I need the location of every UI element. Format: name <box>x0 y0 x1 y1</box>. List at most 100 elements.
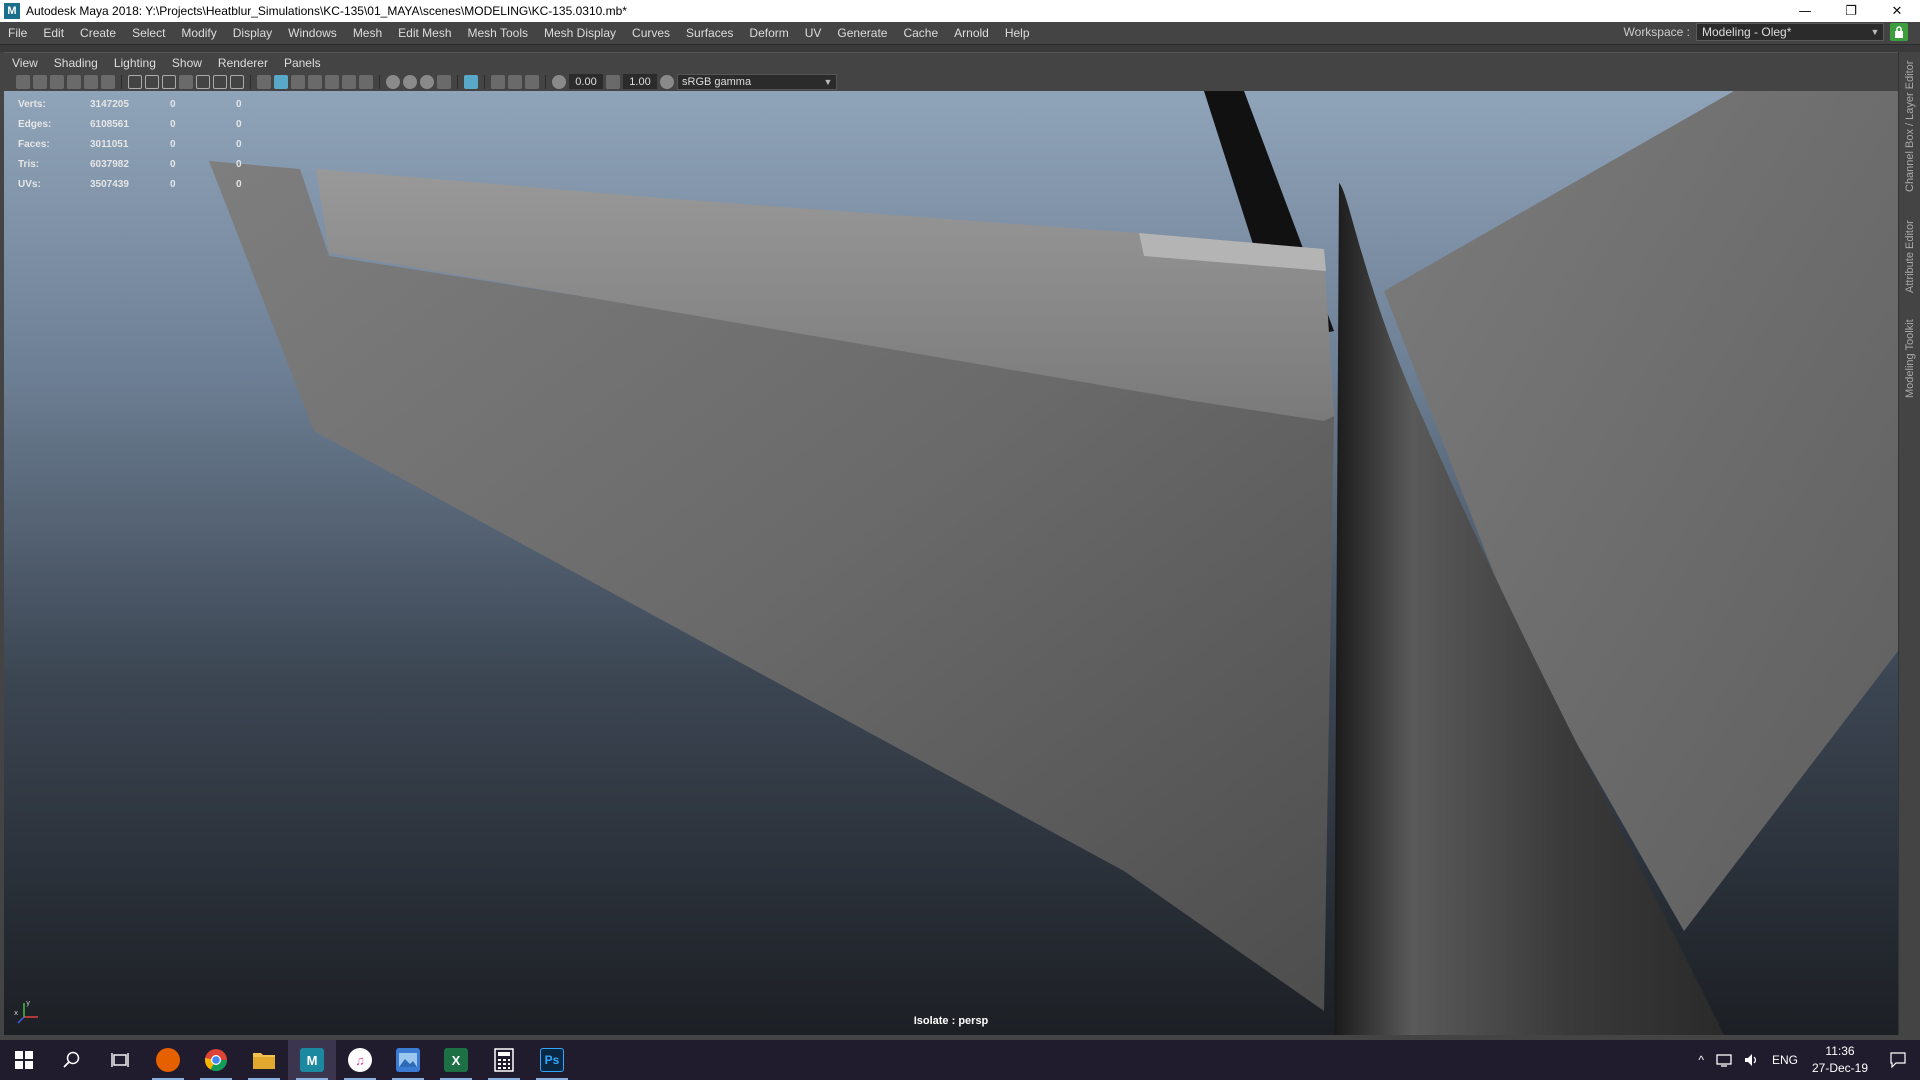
menu-curves[interactable]: Curves <box>624 26 678 40</box>
chevron-up-icon[interactable]: ^ <box>1692 1053 1710 1067</box>
hud-component: 0 <box>236 98 242 110</box>
camera-attributes-icon[interactable] <box>33 74 47 89</box>
depth-of-field-icon[interactable] <box>437 74 451 89</box>
lights-icon[interactable] <box>325 74 339 89</box>
antialiasing-icon[interactable] <box>420 74 434 89</box>
minimize-button[interactable]: — <box>1782 0 1828 22</box>
xray-icon[interactable] <box>359 74 373 89</box>
taskbar-chrome[interactable] <box>192 1040 240 1080</box>
language-indicator[interactable]: ENG <box>1766 1053 1804 1067</box>
menu-surfaces[interactable]: Surfaces <box>678 26 741 40</box>
taskbar-calculator[interactable] <box>480 1040 528 1080</box>
search-button[interactable] <box>48 1040 96 1080</box>
menu-mesh[interactable]: Mesh <box>345 26 390 40</box>
hud-value: 3507439 <box>90 178 129 190</box>
textured-icon[interactable] <box>308 74 322 89</box>
panel-menu-show[interactable]: Show <box>164 56 210 70</box>
smooth-shade-icon[interactable] <box>274 74 288 89</box>
motion-blur-icon[interactable] <box>403 74 417 89</box>
backface-culling-icon[interactable] <box>525 74 539 89</box>
field-chart-icon[interactable] <box>196 74 210 89</box>
xray-joints-icon[interactable] <box>491 74 505 89</box>
safe-title-icon[interactable] <box>230 74 244 89</box>
close-button[interactable]: ✕ <box>1874 0 1920 22</box>
taskbar-itunes[interactable]: ♫ <box>336 1040 384 1080</box>
menu-edit-mesh[interactable]: Edit Mesh <box>390 26 459 40</box>
menu-modify[interactable]: Modify <box>173 26 224 40</box>
menu-windows[interactable]: Windows <box>280 26 345 40</box>
taskbar-maya[interactable]: M <box>288 1040 336 1080</box>
hud-row-verts: Verts: 3147205 0 0 <box>18 94 256 114</box>
panel-menu-bar: View Shading Lighting Show Renderer Pane… <box>4 52 1898 72</box>
toolbar-separator <box>379 74 380 89</box>
resolution-gate-icon[interactable] <box>162 74 176 89</box>
shadows-icon[interactable] <box>342 74 356 89</box>
gate-mask-icon[interactable] <box>179 74 193 89</box>
task-view-button[interactable] <box>96 1040 144 1080</box>
volume-icon[interactable] <box>1738 1053 1766 1067</box>
panel-menu-lighting[interactable]: Lighting <box>106 56 164 70</box>
windows-icon <box>15 1051 33 1069</box>
taskbar-file-explorer[interactable] <box>240 1040 288 1080</box>
menu-generate[interactable]: Generate <box>829 26 895 40</box>
camera-label: Isolate : persp <box>913 1015 989 1027</box>
menu-cache[interactable]: Cache <box>895 26 946 40</box>
menu-arnold[interactable]: Arnold <box>946 26 997 40</box>
image-plane-icon[interactable] <box>67 74 81 89</box>
grease-pencil-icon[interactable] <box>101 74 115 89</box>
panel-menu-shading[interactable]: Shading <box>46 56 106 70</box>
screen-space-ao-icon[interactable] <box>386 74 400 89</box>
panel-menu-view[interactable]: View <box>4 56 46 70</box>
tab-modeling-toolkit[interactable]: Modeling Toolkit <box>1899 314 1920 404</box>
taskbar-photo-viewer[interactable] <box>384 1040 432 1080</box>
menu-uv[interactable]: UV <box>797 26 830 40</box>
workspace-dropdown[interactable]: Modeling - Oleg* ▼ <box>1696 23 1884 41</box>
hud-label: Faces: <box>18 138 50 150</box>
notifications-icon[interactable] <box>1876 1052 1920 1068</box>
menu-file[interactable]: File <box>0 26 35 40</box>
hud-selected: 0 <box>170 98 176 110</box>
side-tabs: Channel Box / Layer Editor Attribute Edi… <box>1898 52 1920 1035</box>
clock[interactable]: 11:36 27-Dec-19 <box>1804 1043 1876 1077</box>
bookmark-icon[interactable] <box>50 74 64 89</box>
taskbar-firefox[interactable] <box>144 1040 192 1080</box>
menu-deform[interactable]: Deform <box>741 26 796 40</box>
taskbar-excel[interactable]: X <box>432 1040 480 1080</box>
tab-channel-box[interactable]: Channel Box / Layer Editor <box>1899 56 1920 196</box>
perspective-viewport[interactable]: Verts: 3147205 0 0 Edges: 6108561 0 0 Fa… <box>4 91 1898 1035</box>
menu-help[interactable]: Help <box>997 26 1038 40</box>
menu-edit[interactable]: Edit <box>35 26 72 40</box>
isolate-select-icon[interactable] <box>464 74 478 89</box>
restore-button[interactable]: ❐ <box>1828 0 1874 22</box>
hud-selected: 0 <box>170 118 176 130</box>
wireframe-on-shaded-icon[interactable] <box>291 74 305 89</box>
menu-mesh-display[interactable]: Mesh Display <box>536 26 624 40</box>
gamma-icon[interactable] <box>606 74 620 89</box>
color-management-icon[interactable] <box>660 74 674 89</box>
image-icon <box>396 1048 420 1072</box>
menu-display[interactable]: Display <box>225 26 280 40</box>
tab-attribute-editor[interactable]: Attribute Editor <box>1899 212 1920 302</box>
safe-action-icon[interactable] <box>213 74 227 89</box>
viewport-toolbar: 0.00 1.00 sRGB gamma ▼ <box>4 72 1898 91</box>
gamma-field[interactable]: 1.00 <box>623 74 657 89</box>
exposure-field[interactable]: 0.00 <box>569 74 603 89</box>
start-button[interactable] <box>0 1040 48 1080</box>
menu-select[interactable]: Select <box>124 26 173 40</box>
taskbar-photoshop[interactable]: Ps <box>528 1040 576 1080</box>
2d-pan-zoom-icon[interactable] <box>84 74 98 89</box>
panel-menu-renderer[interactable]: Renderer <box>210 56 276 70</box>
exposure-icon[interactable] <box>552 74 566 89</box>
menu-create[interactable]: Create <box>72 26 124 40</box>
menu-mesh-tools[interactable]: Mesh Tools <box>460 26 536 40</box>
grid-icon[interactable] <box>128 74 142 89</box>
network-icon[interactable] <box>1710 1053 1738 1067</box>
film-gate-icon[interactable] <box>145 74 159 89</box>
select-camera-icon[interactable] <box>16 74 30 89</box>
lock-icon[interactable] <box>1890 23 1908 41</box>
wireframe-icon[interactable] <box>257 74 271 89</box>
xray-active-icon[interactable] <box>508 74 522 89</box>
panel-menu-panels[interactable]: Panels <box>276 56 329 70</box>
view-transform-dropdown[interactable]: sRGB gamma ▼ <box>677 73 837 90</box>
toolbar-separator <box>121 74 122 89</box>
